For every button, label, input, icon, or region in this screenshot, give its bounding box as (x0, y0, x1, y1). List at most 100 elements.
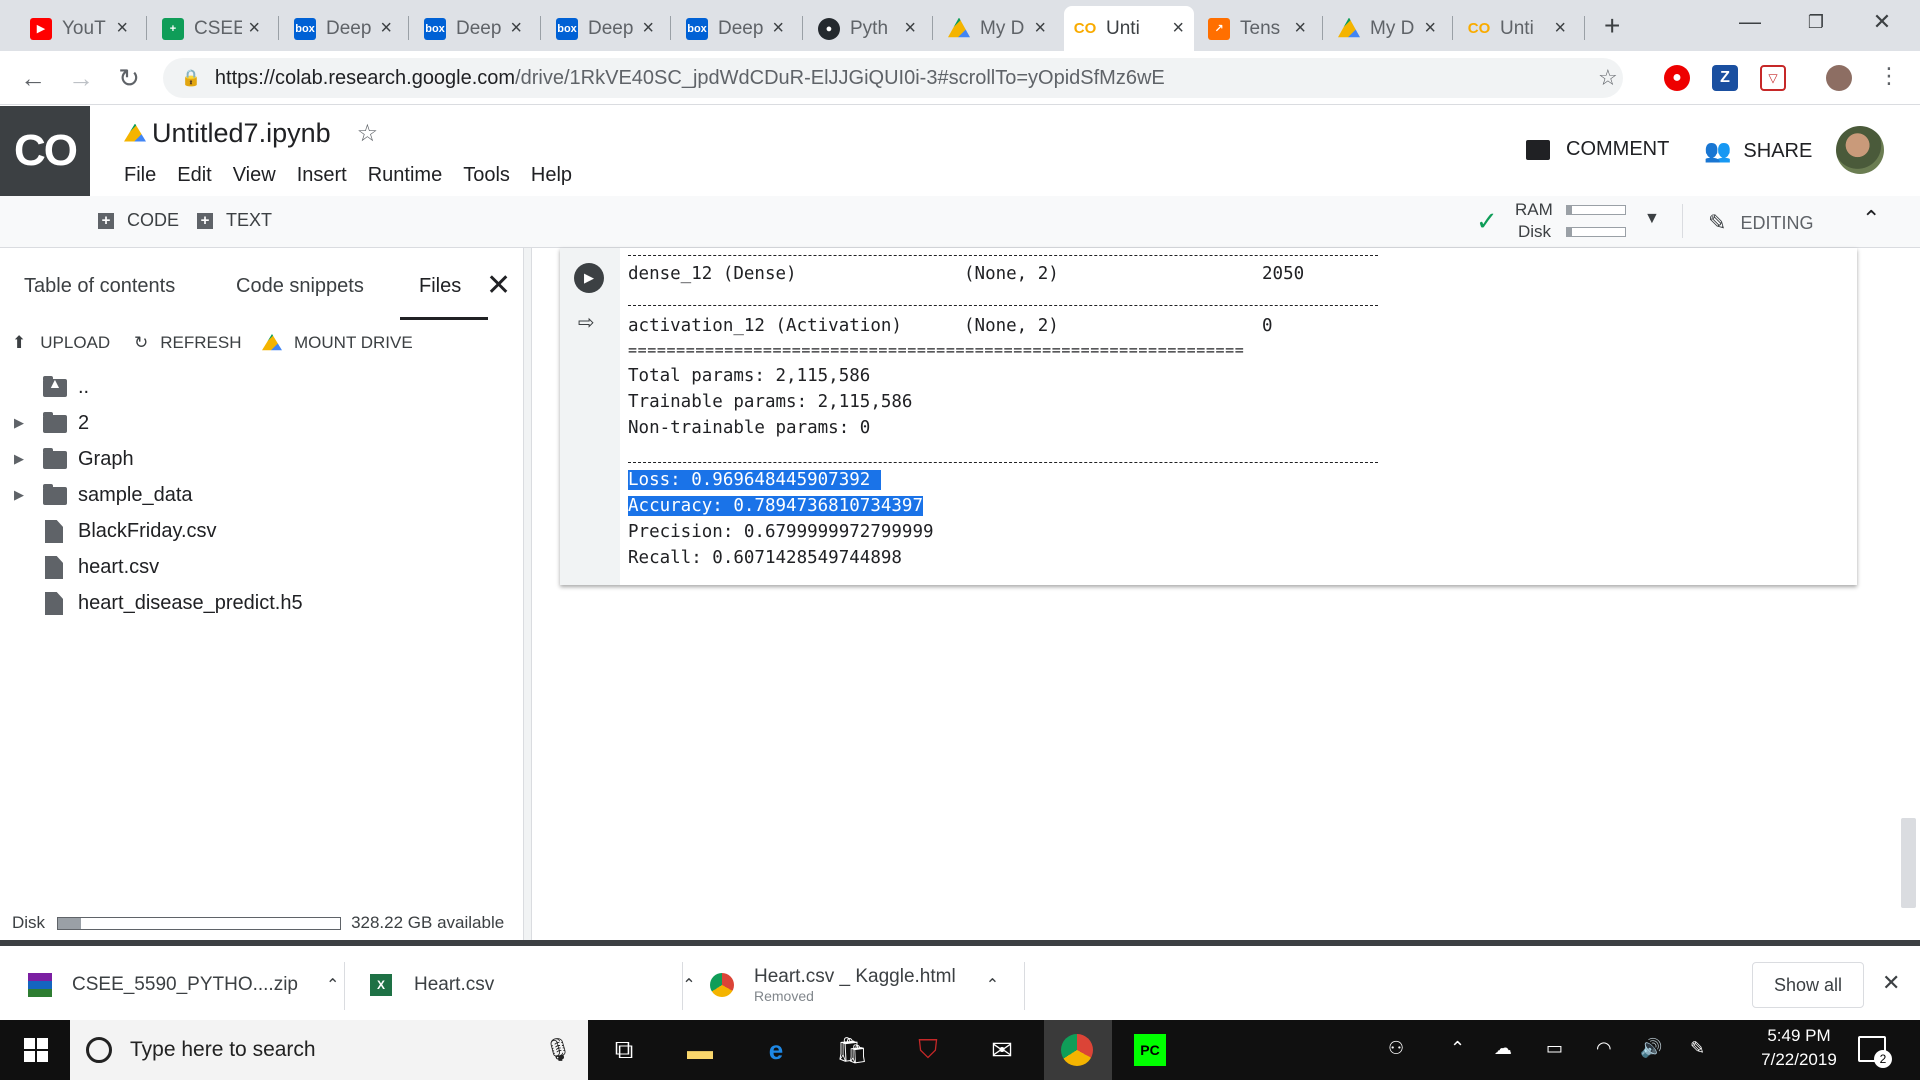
close-tab-icon[interactable]: × (380, 17, 392, 40)
run-cell-button[interactable]: ▶ (574, 263, 604, 293)
tab-table-of-contents[interactable]: Table of contents (24, 275, 175, 298)
close-tab-icon[interactable]: × (1554, 17, 1566, 40)
edge-icon[interactable]: e (758, 1032, 794, 1068)
close-tab-icon[interactable]: × (904, 17, 916, 40)
collapse-header-icon[interactable]: ⌃ (1862, 206, 1880, 232)
show-hidden-icons-chevron-icon[interactable]: ⌃ (1450, 1038, 1465, 1059)
browser-tab[interactable]: My D × (1328, 6, 1446, 51)
notebook-title[interactable]: Untitled7.ipynb ☆ (124, 118, 378, 149)
expand-caret-icon[interactable]: ▶ (14, 415, 24, 431)
close-tab-icon[interactable]: × (1424, 17, 1436, 40)
download-item[interactable]: X Heart.csv ⌃ (370, 960, 696, 1010)
upload-button[interactable]: ⬆ UPLOAD (12, 333, 110, 353)
download-item[interactable]: CSEE_5590_PYTHO....zip ⌃ (28, 960, 339, 1010)
show-all-downloads-button[interactable]: Show all (1752, 962, 1864, 1008)
taskbar-search-input[interactable]: Type here to search 🎙 (70, 1020, 588, 1080)
profile-avatar[interactable] (1826, 65, 1852, 91)
sidebar-resize-handle[interactable] (524, 248, 532, 940)
close-tab-icon[interactable]: × (116, 17, 128, 40)
browser-tab[interactable]: box Deep × (414, 6, 532, 51)
chevron-up-icon[interactable]: ⌃ (682, 975, 695, 995)
adblock-extension-icon[interactable]: ● (1664, 65, 1690, 91)
browser-menu-icon[interactable]: ⋮ (1878, 63, 1900, 89)
minimize-icon[interactable]: — (1720, 4, 1780, 40)
file-tree-folder[interactable]: ▶ 2 (0, 408, 520, 438)
store-icon[interactable]: 🛍 (834, 1032, 870, 1068)
chevron-up-icon[interactable]: ⌃ (326, 975, 339, 995)
avatar[interactable] (1836, 126, 1884, 174)
colab-logo[interactable]: CO (0, 106, 90, 196)
task-view-icon[interactable]: ⧉ (606, 1032, 642, 1068)
browser-tab[interactable]: box Deep × (546, 6, 664, 51)
volume-icon[interactable]: 🔊 (1640, 1038, 1662, 1059)
file-explorer-icon[interactable]: ▬ (682, 1032, 718, 1068)
pycharm-icon[interactable]: PC (1134, 1034, 1166, 1066)
back-icon[interactable]: ← (16, 61, 50, 95)
pocket-extension-icon[interactable]: ▽ (1760, 65, 1786, 91)
zotero-extension-icon[interactable]: Z (1712, 65, 1738, 91)
reload-icon[interactable]: ↻ (112, 61, 146, 95)
bookmark-star-icon[interactable]: ☆ (1598, 65, 1618, 91)
tab-code-snippets[interactable]: Code snippets (236, 275, 364, 298)
browser-tab[interactable]: ● Pyth × (808, 6, 926, 51)
file-tree-parent[interactable]: ▲ .. (0, 372, 520, 402)
browser-tab[interactable]: + CSEE × (152, 6, 270, 51)
expand-caret-icon[interactable]: ▶ (14, 487, 24, 503)
browser-tab[interactable]: ↗ Tens × (1198, 6, 1316, 51)
file-tree-file[interactable]: heart.csv (0, 552, 520, 582)
file-tree-file[interactable]: BlackFriday.csv (0, 516, 520, 546)
tab-files[interactable]: Files (419, 275, 461, 298)
browser-tab[interactable]: box Deep × (284, 6, 402, 51)
close-tab-icon[interactable]: × (1172, 17, 1184, 40)
restore-icon[interactable]: ❐ (1786, 4, 1846, 40)
download-item-removed[interactable]: Heart.csv _ Kaggle.html Removed ⌃ (710, 960, 999, 1010)
close-window-icon[interactable]: ✕ (1852, 4, 1912, 40)
clock[interactable]: 5:49 PM 7/22/2019 (1754, 1026, 1844, 1070)
url-input[interactable]: 🔒 https://colab.research.google.com/driv… (163, 58, 1623, 98)
browser-tab[interactable]: ▶ YouT × (20, 6, 138, 51)
mount-drive-button[interactable]: MOUNT DRIVE (262, 333, 413, 353)
chevron-up-icon[interactable]: ⌃ (986, 975, 999, 995)
forward-icon[interactable]: → (64, 61, 98, 95)
refresh-button[interactable]: ↻ REFRESH (134, 333, 241, 353)
share-button[interactable]: 👥 SHARE (1704, 138, 1812, 164)
browser-tab-active[interactable]: CO Unti × (1064, 6, 1194, 51)
battery-icon[interactable]: ▭ (1546, 1038, 1563, 1059)
expand-caret-icon[interactable]: ▶ (14, 451, 24, 467)
people-tray-icon[interactable]: ⚇ (1388, 1038, 1404, 1059)
close-tab-icon[interactable]: × (248, 17, 260, 40)
star-icon[interactable]: ☆ (357, 119, 379, 148)
close-downloads-icon[interactable]: ✕ (1882, 970, 1900, 996)
microphone-icon[interactable]: 🎙 (544, 1037, 572, 1063)
onedrive-icon[interactable]: ☁ (1494, 1038, 1512, 1059)
browser-tab[interactable]: My D × (938, 6, 1056, 51)
pen-icon[interactable]: ✎ (1690, 1038, 1705, 1059)
menu-help[interactable]: Help (531, 164, 572, 187)
file-tree-file[interactable]: heart_disease_predict.h5 (0, 588, 520, 618)
browser-tab[interactable]: box Deep × (676, 6, 794, 51)
add-code-button[interactable]: + CODE (98, 210, 179, 231)
menu-view[interactable]: View (233, 164, 276, 187)
windows-start-icon[interactable] (18, 1032, 54, 1068)
menu-tools[interactable]: Tools (463, 164, 510, 187)
file-tree-folder[interactable]: ▶ Graph (0, 444, 520, 474)
resources-dropdown-icon[interactable]: ▼ (1644, 210, 1660, 228)
code-cell[interactable]: ▶ ⇨ dense_12 (Dense) (None, 2) 2050 acti… (560, 248, 1857, 585)
close-tab-icon[interactable]: × (772, 17, 784, 40)
comment-button[interactable]: COMMENT (1526, 138, 1669, 161)
menu-insert[interactable]: Insert (297, 164, 347, 187)
chrome-taskbar-active[interactable] (1044, 1020, 1112, 1080)
menu-file[interactable]: File (124, 164, 156, 187)
menu-runtime[interactable]: Runtime (368, 164, 442, 187)
editing-mode-button[interactable]: ✎ EDITING (1708, 210, 1813, 236)
mail-icon[interactable]: ✉ (984, 1032, 1020, 1068)
close-tab-icon[interactable]: × (642, 17, 654, 40)
output-options-icon[interactable]: ⇨ (578, 310, 595, 335)
close-sidebar-icon[interactable]: ✕ (486, 268, 511, 303)
menu-edit[interactable]: Edit (177, 164, 211, 187)
file-tree-folder[interactable]: ▶ sample_data (0, 480, 520, 510)
close-tab-icon[interactable]: × (1034, 17, 1046, 40)
browser-tab[interactable]: CO Unti × (1458, 6, 1576, 51)
mcafee-icon[interactable]: ⛉ (910, 1032, 946, 1068)
new-tab-button[interactable]: + (1604, 10, 1620, 42)
